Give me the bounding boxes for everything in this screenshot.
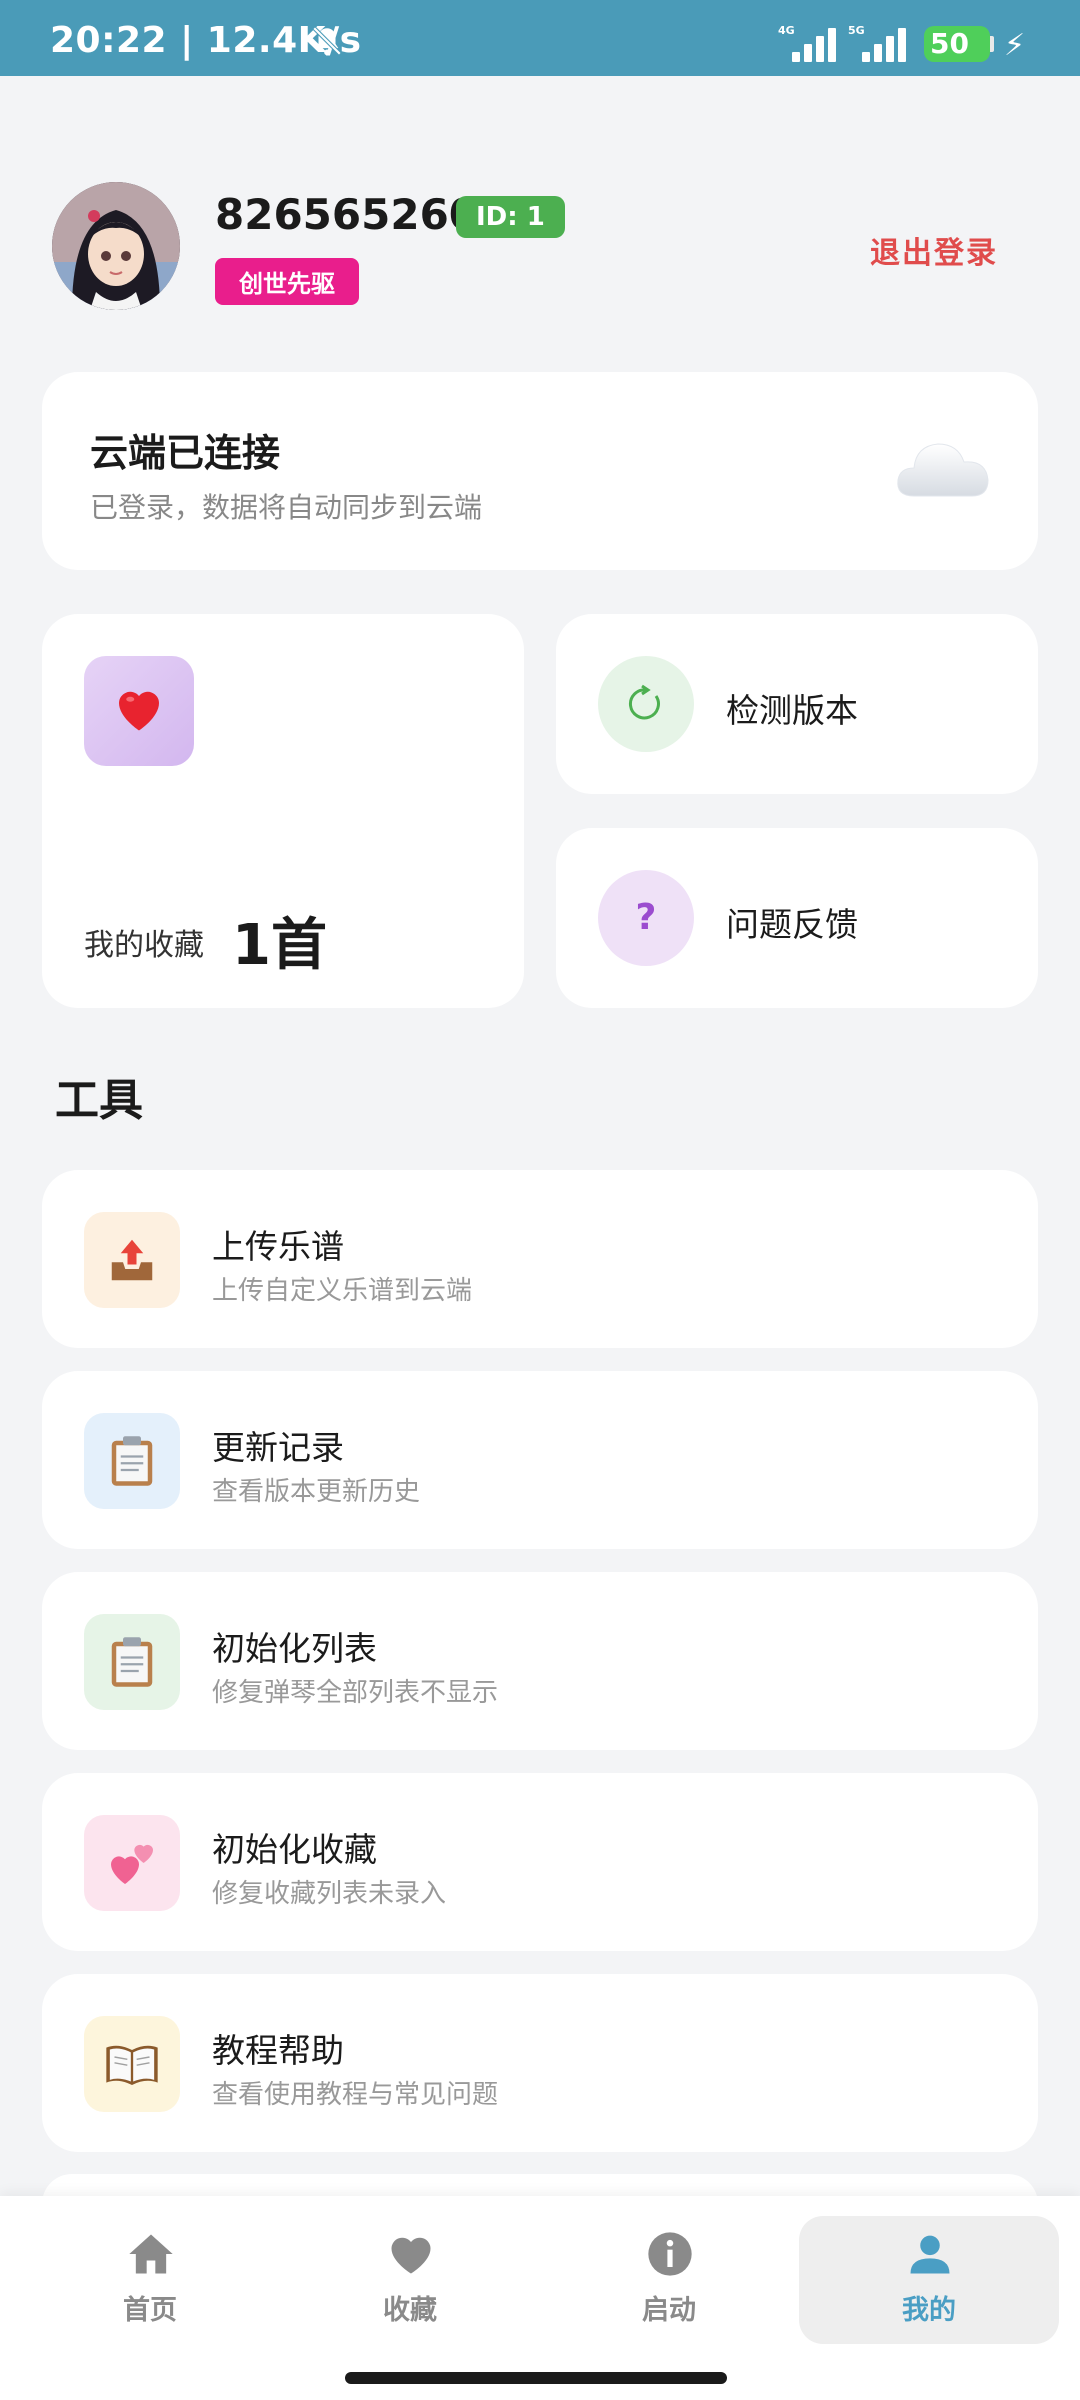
charging-icon: ⚡ xyxy=(1004,28,1026,63)
cloud-status-card: 云端已连接 已登录，数据将自动同步到云端 xyxy=(42,372,1038,570)
nav-mine[interactable]: 我的 xyxy=(799,2216,1059,2344)
nav-mine-label: 我的 xyxy=(902,2295,956,2326)
tool-title: 初始化列表 xyxy=(212,1629,377,1668)
init-list-item[interactable]: 初始化列表 修复弹琴全部列表不显示 xyxy=(42,1572,1038,1750)
logout-button[interactable]: 退出登录 xyxy=(870,228,998,272)
cloud-status-subtitle: 已登录，数据将自动同步到云端 xyxy=(90,491,483,524)
tool-title: 初始化收藏 xyxy=(212,1830,377,1869)
status-bar: 20:22 | 12.4K/s 4G 5G 50 ⚡ xyxy=(0,0,1080,76)
book-icon xyxy=(84,2016,180,2112)
heart-icon xyxy=(119,691,159,731)
battery-level: 50 xyxy=(930,27,969,60)
sim1-label: 4G xyxy=(778,24,795,37)
refresh-icon xyxy=(598,656,694,752)
nav-launch-label: 启动 xyxy=(642,2295,696,2326)
bottom-nav: 首页 收藏 启动 我的 xyxy=(0,2196,1080,2400)
upload-tray-icon xyxy=(84,1212,180,1308)
signal-5g-icon: 5G xyxy=(848,24,912,62)
check-version-button[interactable]: 检测版本 xyxy=(556,614,1038,794)
avatar-image xyxy=(52,182,180,310)
nav-home-label: 首页 xyxy=(123,2295,177,2326)
heart-icon xyxy=(391,2237,431,2274)
init-favorites-item[interactable]: 初始化收藏 修复收藏列表未录入 xyxy=(42,1773,1038,1951)
id-badge: ID: 1 xyxy=(456,196,565,238)
tool-subtitle: 修复收藏列表未录入 xyxy=(212,1879,447,1909)
nav-home[interactable]: 首页 xyxy=(20,2216,280,2344)
question-icon: ? xyxy=(598,870,694,966)
tool-subtitle: 上传自定义乐谱到云端 xyxy=(212,1276,473,1306)
two-hearts-icon xyxy=(84,1815,180,1911)
tool-title: 教程帮助 xyxy=(212,2031,344,2070)
role-badge: 创世先驱 xyxy=(215,258,359,305)
info-icon xyxy=(648,2232,692,2276)
clipboard-icon xyxy=(84,1614,180,1710)
username: 826565260 xyxy=(215,190,479,239)
cloud-status-title: 云端已连接 xyxy=(90,431,281,475)
clipboard-icon xyxy=(84,1413,180,1509)
avatar[interactable] xyxy=(52,182,180,310)
feedback-button[interactable]: ? 问题反馈 xyxy=(556,828,1038,1008)
tool-title: 更新记录 xyxy=(212,1428,344,1467)
tutorial-item[interactable]: 教程帮助 查看使用教程与常见问题 xyxy=(42,1974,1038,2152)
tool-subtitle: 查看版本更新历史 xyxy=(212,1477,421,1507)
gesture-home-bar[interactable] xyxy=(345,2372,727,2384)
tool-title: 上传乐谱 xyxy=(212,1227,344,1266)
favorites-label: 我的收藏 xyxy=(84,928,204,963)
home-icon xyxy=(129,2234,173,2274)
tool-subtitle: 查看使用教程与常见问题 xyxy=(212,2080,499,2110)
favorites-icon-box xyxy=(84,656,194,766)
nav-favorites[interactable]: 收藏 xyxy=(280,2216,540,2344)
favorites-card[interactable]: 我的收藏 1首 xyxy=(42,614,524,1008)
check-version-label: 检测版本 xyxy=(726,691,858,730)
tools-section-title: 工具 xyxy=(55,1075,143,1126)
upload-score-item[interactable]: 上传乐谱 上传自定义乐谱到云端 xyxy=(42,1170,1038,1348)
person-icon xyxy=(910,2235,950,2274)
favorites-count: 1首 xyxy=(232,913,327,978)
nav-launch[interactable]: 启动 xyxy=(539,2216,799,2344)
tool-subtitle: 修复弹琴全部列表不显示 xyxy=(212,1678,499,1708)
changelog-item[interactable]: 更新记录 查看版本更新历史 xyxy=(42,1371,1038,1549)
signal-4g-icon: 4G xyxy=(778,24,842,62)
battery-icon: 50 xyxy=(924,26,994,62)
bell-muted-icon xyxy=(312,26,342,56)
sim2-label: 5G xyxy=(848,24,865,37)
feedback-label: 问题反馈 xyxy=(726,905,858,944)
nav-favorites-label: 收藏 xyxy=(383,2295,437,2326)
cloud-icon xyxy=(897,443,989,497)
